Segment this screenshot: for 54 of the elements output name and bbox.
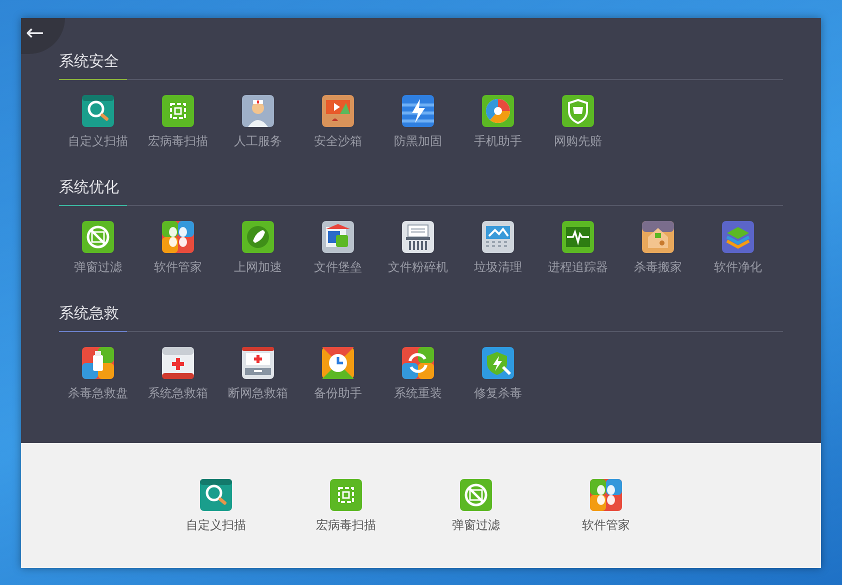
file-vault-icon xyxy=(322,221,354,253)
tool-button[interactable]: 软件管家 xyxy=(566,479,646,568)
section-title: 系统优化 xyxy=(59,179,119,196)
tool-button[interactable]: 文件粉碎机 xyxy=(378,221,458,275)
petals-icon xyxy=(162,221,194,253)
tool-button[interactable]: 弹窗过滤 xyxy=(436,479,516,568)
magnifier-icon xyxy=(82,95,114,127)
back-button[interactable]: ← xyxy=(21,18,65,54)
house-icon xyxy=(642,221,674,253)
tool-button[interactable]: 网购先赔 xyxy=(538,95,618,149)
scan-frame-icon xyxy=(162,95,194,127)
tool-button[interactable]: 杀毒搬家 xyxy=(618,221,698,275)
magnifier-icon xyxy=(200,479,232,511)
layers-icon xyxy=(722,221,754,253)
tool-button[interactable]: 杀毒急救盘 xyxy=(58,347,138,401)
tool-button[interactable]: 自定义扫描 xyxy=(176,479,256,568)
tool-button[interactable]: 软件净化 xyxy=(698,221,778,275)
tool-button[interactable]: 宏病毒扫描 xyxy=(306,479,386,568)
first-aid-kit-icon xyxy=(162,347,194,379)
tool-button[interactable]: 人工服务 xyxy=(218,95,298,149)
picture-icon xyxy=(482,221,514,253)
scan-frame-icon xyxy=(330,479,362,511)
tool-button[interactable]: 手机助手 xyxy=(458,95,538,149)
section-title: 系统安全 xyxy=(59,53,119,70)
tool-button[interactable]: 自定义扫描 xyxy=(58,95,138,149)
tool-button[interactable]: 软件管家 xyxy=(138,221,218,275)
tool-button[interactable]: 垃圾清理 xyxy=(458,221,538,275)
usb-drive-icon xyxy=(82,347,114,379)
section-title: 系统急救 xyxy=(59,305,119,322)
shredder-icon xyxy=(402,221,434,253)
first-aid-drawer-icon xyxy=(242,347,274,379)
tool-button[interactable]: 宏病毒扫描 xyxy=(138,95,218,149)
blocked-window-icon xyxy=(460,479,492,511)
tool-button[interactable]: 备份助手 xyxy=(298,347,378,401)
refresh-icon xyxy=(402,347,434,379)
tool-button[interactable]: 上网加速 xyxy=(218,221,298,275)
blocked-window-icon xyxy=(82,221,114,253)
doctor-icon xyxy=(242,95,274,127)
tool-button[interactable]: 系统重装 xyxy=(378,347,458,401)
tool-button[interactable]: 文件堡垒 xyxy=(298,221,378,275)
tool-button[interactable]: 安全沙箱 xyxy=(298,95,378,149)
pie-icon xyxy=(482,95,514,127)
petals-icon xyxy=(590,479,622,511)
clock-icon xyxy=(322,347,354,379)
tool-button[interactable]: 修复杀毒 xyxy=(458,347,538,401)
lightning-icon xyxy=(402,95,434,127)
pulse-icon xyxy=(562,221,594,253)
tool-button[interactable]: 系统急救箱 xyxy=(138,347,218,401)
tool-button[interactable]: 断网急救箱 xyxy=(218,347,298,401)
tool-button[interactable]: 弹窗过滤 xyxy=(58,221,138,275)
tool-button[interactable]: 防黑加固 xyxy=(378,95,458,149)
shield-wrench-icon xyxy=(482,347,514,379)
shield-icon xyxy=(562,95,594,127)
tool-button[interactable]: 进程追踪器 xyxy=(538,221,618,275)
